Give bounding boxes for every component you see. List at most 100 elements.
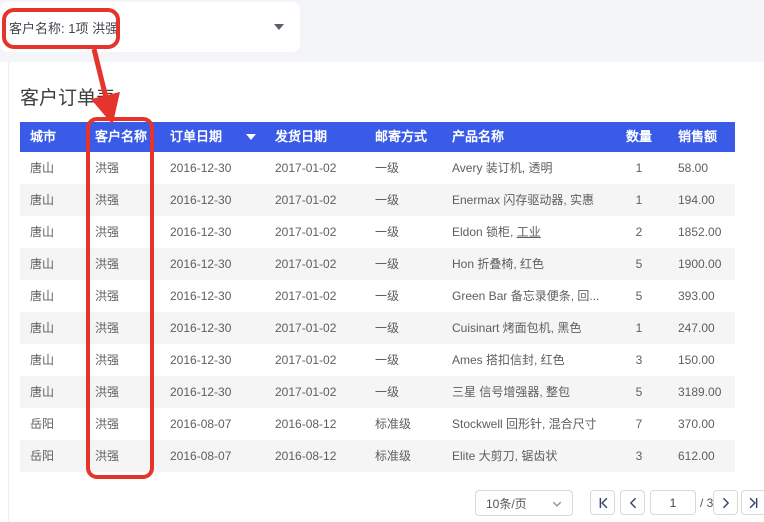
- cell-order-date: 2016-08-07: [160, 440, 265, 472]
- last-page-button[interactable]: [741, 490, 764, 515]
- column-header-ship-date[interactable]: 发货日期: [265, 122, 365, 152]
- current-page-input[interactable]: [650, 490, 696, 515]
- cell-ship-date: 2017-01-02: [265, 248, 365, 280]
- column-header-sales[interactable]: 销售额: [668, 122, 735, 152]
- cell-qty: 1: [610, 312, 668, 344]
- cell-ship-date: 2017-01-02: [265, 280, 365, 312]
- cell-ship-mode: 一级: [365, 376, 442, 408]
- cell-ship-date: 2017-01-02: [265, 216, 365, 248]
- cell-city: 唐山: [20, 280, 85, 312]
- column-header-order-date[interactable]: 订单日期: [160, 122, 265, 152]
- cell-city: 唐山: [20, 248, 85, 280]
- cell-order-date: 2016-12-30: [160, 376, 265, 408]
- cell-city: 唐山: [20, 376, 85, 408]
- cell-customer: 洪强: [85, 216, 160, 248]
- chevron-right-icon: [719, 496, 733, 510]
- first-page-icon: [596, 496, 610, 510]
- cell-order-date: 2016-12-30: [160, 312, 265, 344]
- cell-qty: 7: [610, 408, 668, 440]
- column-header-qty[interactable]: 数量: [610, 122, 668, 152]
- cell-ship-date: 2016-08-12: [265, 408, 365, 440]
- cell-sales: 247.00: [668, 312, 735, 344]
- column-header-customer[interactable]: 客户名称: [85, 122, 160, 152]
- cell-ship-date: 2017-01-02: [265, 312, 365, 344]
- cell-order-date: 2016-12-30: [160, 344, 265, 376]
- cell-qty: 5: [610, 248, 668, 280]
- table-row[interactable]: 唐山洪强2016-12-302017-01-02一级Cuisinart 烤面包机…: [20, 312, 735, 344]
- cell-sales: 393.00: [668, 280, 735, 312]
- cell-city: 唐山: [20, 152, 85, 184]
- cell-qty: 3: [610, 344, 668, 376]
- cell-city: 唐山: [20, 184, 85, 216]
- orders-table: 城市 客户名称 订单日期 发货日期 邮寄方式 产品名称 数量 销售额 唐山洪强2…: [20, 122, 735, 472]
- cell-city: 岳阳: [20, 440, 85, 472]
- cell-sales: 58.00: [668, 152, 735, 184]
- cell-ship-mode: 一级: [365, 280, 442, 312]
- top-filter-bar: 客户名称: 1项 洪强: [0, 0, 764, 62]
- cell-ship-mode: 标准级: [365, 440, 442, 472]
- cell-customer: 洪强: [85, 248, 160, 280]
- column-header-city[interactable]: 城市: [20, 122, 85, 152]
- sort-desc-icon[interactable]: [246, 134, 256, 140]
- cell-qty: 1: [610, 184, 668, 216]
- customer-filter-dropdown[interactable]: 客户名称: 1项 洪强: [0, 2, 300, 52]
- cell-ship-mode: 一级: [365, 248, 442, 280]
- prev-page-button[interactable]: [620, 490, 645, 515]
- table-row[interactable]: 岳阳洪强2016-08-072016-08-12标准级Stockwell 回形针…: [20, 408, 735, 440]
- total-pages-label: / 3: [700, 496, 713, 510]
- cell-order-date: 2016-12-30: [160, 152, 265, 184]
- cell-qty: 1: [610, 152, 668, 184]
- cell-ship-date: 2017-01-02: [265, 376, 365, 408]
- page-title: 客户订单表: [20, 83, 115, 110]
- table-row[interactable]: 唐山洪强2016-12-302017-01-02一级Ames 搭扣信封, 红色3…: [20, 344, 735, 376]
- cell-order-date: 2016-12-30: [160, 216, 265, 248]
- table-row[interactable]: 唐山洪强2016-12-302017-01-02一级Green Bar 备忘录便…: [20, 280, 735, 312]
- cell-order-date: 2016-12-30: [160, 184, 265, 216]
- cell-sales: 370.00: [668, 408, 735, 440]
- underlined-text: 工业: [517, 225, 541, 239]
- chevron-left-icon: [626, 496, 640, 510]
- cell-product: Elite 大剪刀, 锯齿状: [442, 440, 610, 472]
- cell-city: 唐山: [20, 344, 85, 376]
- cell-ship-date: 2016-08-12: [265, 440, 365, 472]
- cell-product: Hon 折叠椅, 红色: [442, 248, 610, 280]
- column-header-product[interactable]: 产品名称: [442, 122, 610, 152]
- cell-ship-mode: 一级: [365, 344, 442, 376]
- table-row[interactable]: 唐山洪强2016-12-302017-01-02一级Enermax 闪存驱动器,…: [20, 184, 735, 216]
- page-size-value: 10条/页: [486, 495, 527, 512]
- page-size-select[interactable]: 10条/页: [475, 490, 573, 516]
- cell-product: Ames 搭扣信封, 红色: [442, 344, 610, 376]
- chevron-down-icon: [274, 24, 284, 30]
- table-row[interactable]: 唐山洪强2016-12-302017-01-02一级Hon 折叠椅, 红色519…: [20, 248, 735, 280]
- cell-product: Avery 装订机, 透明: [442, 152, 610, 184]
- cell-ship-mode: 一级: [365, 184, 442, 216]
- cell-ship-date: 2017-01-02: [265, 152, 365, 184]
- cell-customer: 洪强: [85, 280, 160, 312]
- cell-customer: 洪强: [85, 184, 160, 216]
- table-row[interactable]: 唐山洪强2016-12-302017-01-02一级Eldon 锁柜, 工业21…: [20, 216, 735, 248]
- table-body: 唐山洪强2016-12-302017-01-02一级Avery 装订机, 透明1…: [20, 152, 735, 472]
- cell-sales: 612.00: [668, 440, 735, 472]
- cell-customer: 洪强: [85, 312, 160, 344]
- table-row[interactable]: 唐山洪强2016-12-302017-01-02一级三星 信号增强器, 整包53…: [20, 376, 735, 408]
- cell-product: Eldon 锁柜, 工业: [442, 216, 610, 248]
- cell-ship-mode: 一级: [365, 216, 442, 248]
- cell-order-date: 2016-12-30: [160, 280, 265, 312]
- cell-product: Cuisinart 烤面包机, 黑色: [442, 312, 610, 344]
- first-page-button[interactable]: [590, 490, 615, 515]
- cell-sales: 1900.00: [668, 248, 735, 280]
- pagination-bar: 10条/页 / 3: [0, 490, 764, 516]
- next-page-button[interactable]: [713, 490, 738, 515]
- table-row[interactable]: 唐山洪强2016-12-302017-01-02一级Avery 装订机, 透明1…: [20, 152, 735, 184]
- cell-sales: 194.00: [668, 184, 735, 216]
- column-header-order-date-label: 订单日期: [170, 122, 222, 152]
- table-row[interactable]: 岳阳洪强2016-08-072016-08-12标准级Elite 大剪刀, 锯齿…: [20, 440, 735, 472]
- cell-customer: 洪强: [85, 152, 160, 184]
- cell-product: Enermax 闪存驱动器, 实惠: [442, 184, 610, 216]
- cell-product: Green Bar 备忘录便条, 回...: [442, 280, 610, 312]
- cell-sales: 150.00: [668, 344, 735, 376]
- cell-qty: 5: [610, 376, 668, 408]
- cell-ship-mode: 一级: [365, 152, 442, 184]
- cell-ship-date: 2017-01-02: [265, 184, 365, 216]
- column-header-ship-mode[interactable]: 邮寄方式: [365, 122, 442, 152]
